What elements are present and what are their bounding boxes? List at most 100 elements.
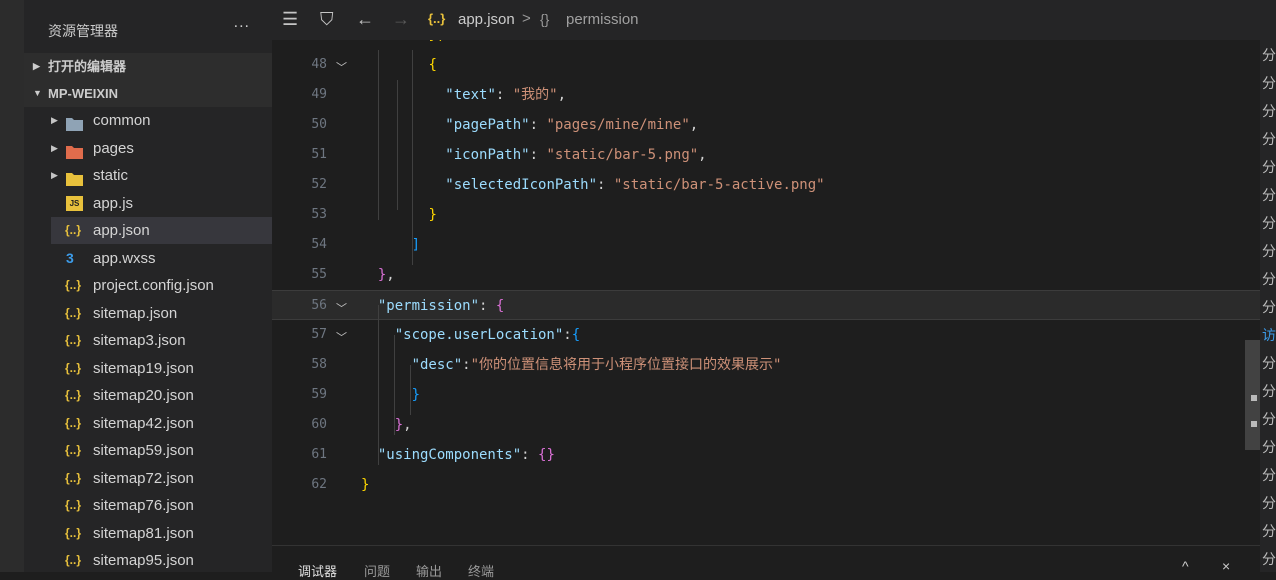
indent-guide <box>378 50 379 220</box>
chevron-right-icon[interactable]: ▶ <box>51 135 63 162</box>
code-text: "desc":"你的位置信息将用于小程序位置接口的效果展示" <box>361 350 782 380</box>
file-tree-item[interactable]: {..} sitemap72.json <box>51 465 272 492</box>
code-line[interactable]: 62} <box>272 470 1260 500</box>
code-token: "static/bar-5-active.png" <box>613 177 825 193</box>
file-tree-item[interactable]: {..} sitemap19.json <box>51 355 272 382</box>
forward-arrow-icon[interactable]: → <box>392 9 410 30</box>
right-panel-text: 分 <box>1262 523 1276 539</box>
code-editor[interactable]: 47 },48﹀ {49 "text": "我的",50 "pagePath":… <box>272 40 1260 545</box>
code-token: } <box>361 477 370 493</box>
code-line[interactable]: 59 } <box>272 380 1260 410</box>
code-line[interactable]: 49 "text": "我的", <box>272 80 1260 110</box>
code-text: "usingComponents": {} <box>361 440 555 470</box>
code-token: : <box>521 447 539 463</box>
right-panel-text: 分 <box>1262 131 1276 147</box>
back-arrow-icon[interactable]: ← <box>356 9 374 30</box>
bookmark-icon[interactable]: ⛉ <box>320 9 334 30</box>
json-file-icon: {..} <box>65 388 82 402</box>
file-tree-label: pages <box>93 139 134 157</box>
js-file-icon: JS <box>66 195 83 211</box>
code-line[interactable]: 47 }, <box>272 40 1260 50</box>
right-panel-text: 分 <box>1262 439 1276 455</box>
code-line[interactable]: 53 } <box>272 200 1260 230</box>
fold-chevron-icon[interactable]: ﹀ <box>336 59 347 75</box>
line-number: 55 <box>311 267 327 282</box>
tab-output[interactable]: 输出 <box>416 561 442 580</box>
json-file-icon: {..} <box>65 278 82 292</box>
code-text: } <box>361 470 369 500</box>
right-panel-text: 访 <box>1262 327 1276 343</box>
project-section[interactable]: ▼ MP-WEIXIN <box>24 80 272 107</box>
file-tree-item[interactable]: {..} sitemap3.json <box>51 327 272 354</box>
code-token: "static/bar-5.png" <box>546 147 699 163</box>
code-token: , <box>698 147 707 163</box>
code-line[interactable]: 50 "pagePath": "pages/mine/mine", <box>272 110 1260 140</box>
json-file-icon: {..} <box>65 415 82 430</box>
code-token: : <box>563 327 572 343</box>
line-number: 60 <box>311 417 327 432</box>
code-text: } <box>361 200 437 230</box>
code-token: : <box>529 117 547 133</box>
json-file-icon: {..} <box>65 360 82 375</box>
file-tree-item[interactable]: {..} sitemap95.json <box>51 547 272 574</box>
file-tree-label: sitemap3.json <box>93 332 186 349</box>
file-tree-item[interactable]: ▶ static <box>51 162 272 189</box>
code-token: : <box>495 87 513 103</box>
file-tree-item[interactable]: ▶ pages <box>51 135 272 162</box>
file-tree-item[interactable]: 3 app.wxss <box>51 245 272 272</box>
code-line[interactable]: 52 "selectedIconPath": "static/bar-5-act… <box>272 170 1260 200</box>
fold-chevron-icon[interactable]: ﹀ <box>336 329 347 345</box>
file-tree-item[interactable]: ▶ common <box>51 107 272 134</box>
json-file-icon: {..} <box>65 305 82 320</box>
scroll-marker <box>1251 395 1257 401</box>
more-actions-button[interactable]: ... <box>234 14 250 32</box>
code-line[interactable]: 57 ﹀ "scope.userLocation":{ <box>272 320 1260 350</box>
breadcrumb-symbol[interactable]: permission <box>566 11 639 28</box>
code-line[interactable]: 54 ] <box>272 230 1260 260</box>
file-tree-label: sitemap19.json <box>93 359 194 377</box>
code-token: "iconPath" <box>445 147 530 163</box>
code-token: } <box>428 207 437 223</box>
code-line[interactable]: 55 }, <box>272 260 1260 290</box>
file-tree-item[interactable]: {..} sitemap20.json <box>51 382 272 409</box>
code-text: } <box>361 380 420 410</box>
file-tree-item[interactable]: {..} sitemap81.json <box>51 520 272 547</box>
code-token: , <box>557 87 567 103</box>
chevron-right-icon[interactable]: ▶ <box>51 107 63 134</box>
code-line[interactable]: 61 "usingComponents": {} <box>272 440 1260 470</box>
code-token: { <box>428 57 437 73</box>
fold-chevron-icon[interactable]: ﹀ <box>336 300 347 316</box>
code-token: "selectedIconPath" <box>445 177 598 193</box>
code-line[interactable]: 58 "desc":"你的位置信息将用于小程序位置接口的效果展示" <box>272 350 1260 380</box>
file-tree-item[interactable]: {..} sitemap.json <box>51 300 272 327</box>
tab-problems[interactable]: 问题 <box>364 561 390 580</box>
line-number: 59 <box>311 387 327 402</box>
code-line[interactable]: 56 ﹀ "permission": { <box>272 290 1260 320</box>
line-number: 49 <box>311 87 327 102</box>
list-icon[interactable]: ☰ <box>282 9 298 30</box>
file-tree-item[interactable]: {..} sitemap42.json <box>51 410 272 437</box>
code-line[interactable]: 51 "iconPath": "static/bar-5.png", <box>272 140 1260 170</box>
tab-terminal[interactable]: 终端 <box>468 561 494 580</box>
file-tree-item[interactable]: JS app.js <box>51 190 272 217</box>
file-tree-item[interactable]: {..} sitemap76.json <box>51 492 272 519</box>
code-line[interactable]: 60 }, <box>272 410 1260 440</box>
chevron-right-icon[interactable]: ▶ <box>51 162 63 189</box>
json-file-icon: {..} <box>65 498 82 512</box>
tab-debugger[interactable]: 调试器 <box>298 561 337 580</box>
file-tree-item[interactable]: {..} sitemap59.json <box>51 437 272 464</box>
file-tree-item[interactable]: {..} project.config.json <box>51 272 272 299</box>
code-token: , <box>403 417 412 433</box>
code-line[interactable]: 48 ﹀ { <box>272 50 1260 80</box>
right-panel-text: 分 <box>1262 103 1276 119</box>
line-number: 62 <box>311 477 327 492</box>
code-token: : <box>479 298 496 314</box>
open-editors-section[interactable]: ▶ 打开的编辑器 <box>24 53 272 80</box>
file-tree-item[interactable]: {..} app.json <box>51 217 272 244</box>
breadcrumb-file[interactable]: app.json <box>458 11 515 28</box>
file-tree-label: sitemap72.json <box>93 469 194 487</box>
